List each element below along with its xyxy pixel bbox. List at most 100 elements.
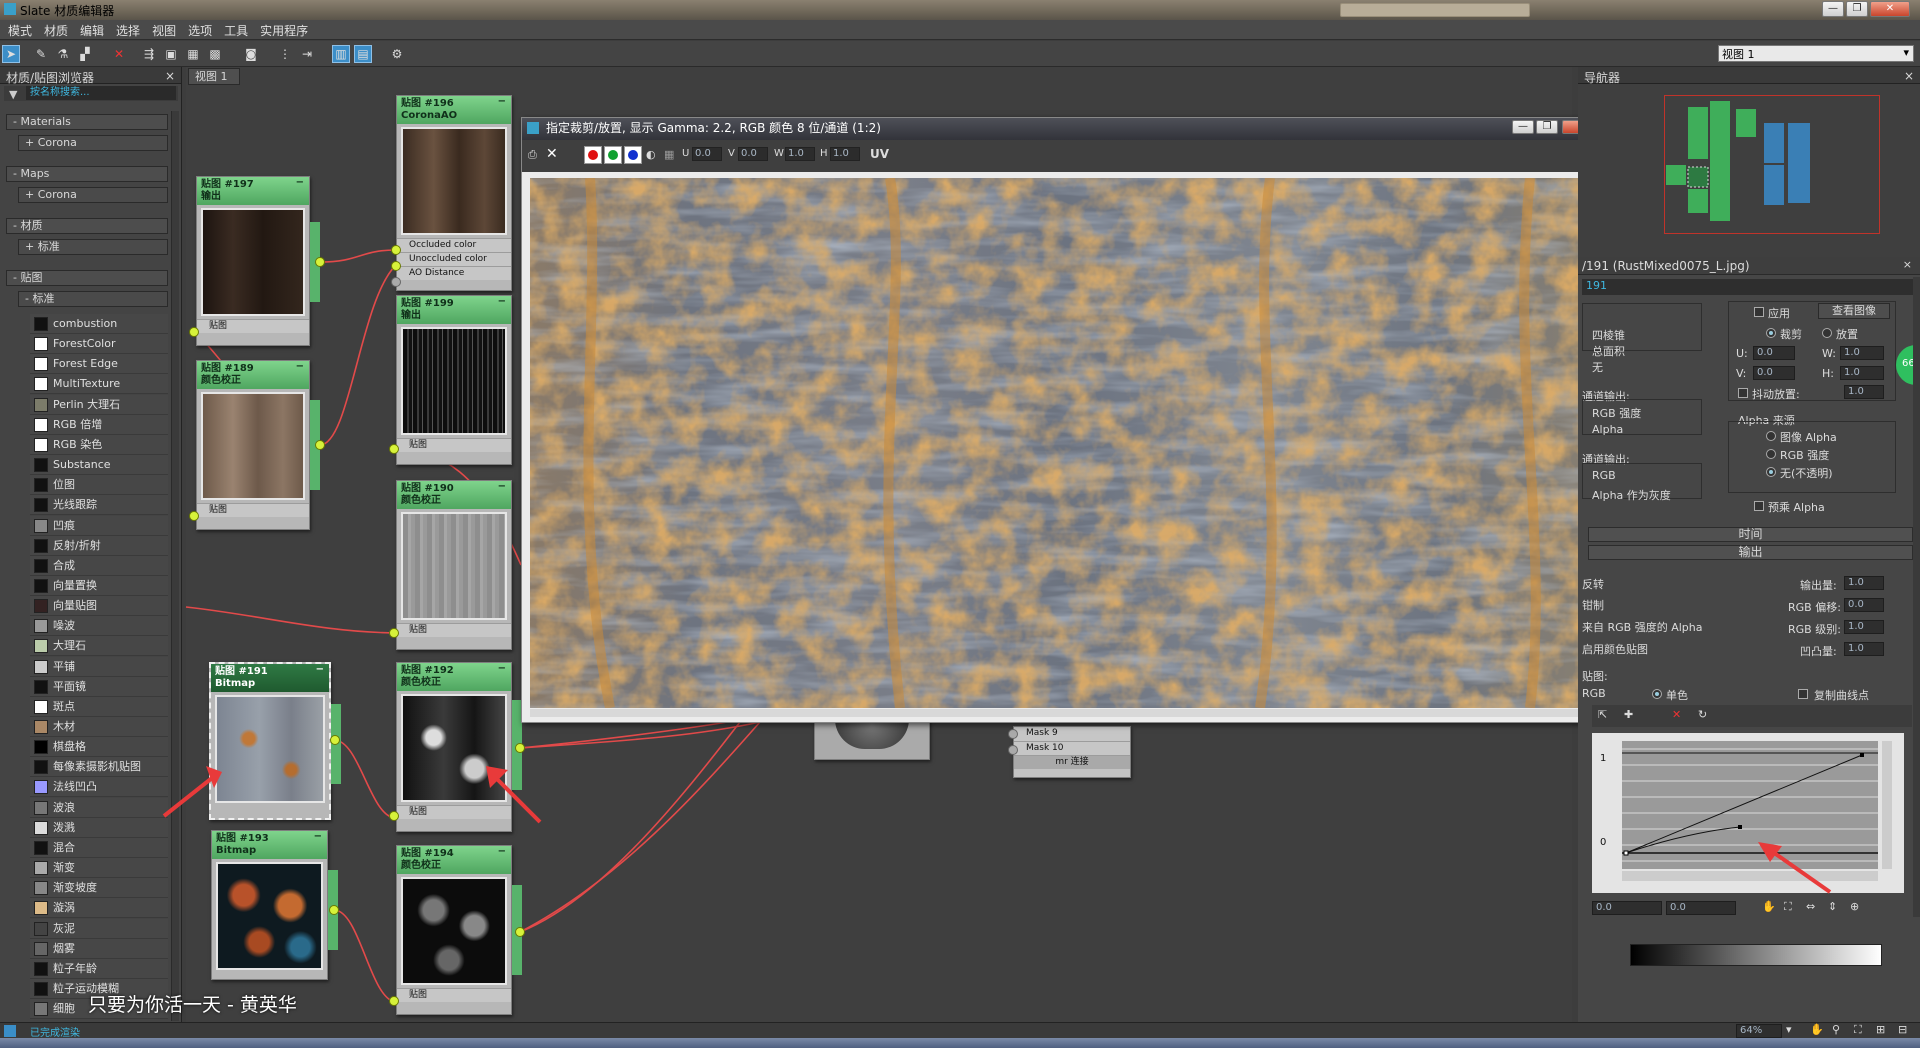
filter-summed-area[interactable]: 总面积	[1592, 343, 1625, 359]
enable-color-map-label[interactable]: 启用颜色贴图	[1582, 641, 1648, 657]
alpha-image-radio[interactable]	[1766, 431, 1776, 441]
crop-place-window[interactable]: 指定裁剪/放置, 显示 Gamma: 2.2, RGB 颜色 8 位/通道 (1…	[521, 117, 1613, 723]
premult-checkbox[interactable]	[1754, 501, 1764, 511]
filter-pyramid[interactable]: 四棱锥	[1592, 327, 1625, 343]
filter-none[interactable]: 无	[1592, 359, 1603, 375]
w-spinner[interactable]: 1.0	[785, 147, 815, 161]
zoom-extents-icon[interactable]: ⊞	[1876, 1023, 1885, 1036]
close-icon[interactable]: ✕	[546, 146, 558, 162]
jitter-spinner[interactable]: 1.0	[1844, 385, 1884, 399]
mr-connection[interactable]: mr 连接	[1014, 755, 1130, 769]
input-port[interactable]	[189, 511, 199, 521]
v-spinner[interactable]: 0.0	[738, 147, 768, 161]
zoom-region-icon[interactable]: ⛶	[1854, 1023, 1862, 1037]
close-icon[interactable]: ×	[1903, 258, 1912, 271]
rust-texture-image[interactable]	[530, 178, 1600, 708]
copy-curve-checkbox[interactable]	[1798, 689, 1808, 699]
output-port[interactable]	[329, 905, 339, 915]
node-196[interactable]: 贴图 #196 CoronaAO − Occluded color Unocclud…	[396, 95, 512, 291]
input-port[interactable]	[1008, 729, 1018, 739]
place-radio[interactable]	[1822, 328, 1832, 338]
collapse-icon[interactable]: −	[316, 664, 324, 676]
zoom-extents-icon[interactable]: ⛶	[1784, 900, 1792, 914]
input-port[interactable]	[391, 245, 401, 255]
zoom-icon[interactable]: ⚲	[1832, 1023, 1840, 1036]
collapse-icon[interactable]: −	[498, 481, 506, 493]
params-scrollbar[interactable]	[1913, 277, 1920, 917]
node-header[interactable]: 贴图 #189 颜色校正 −	[197, 361, 309, 389]
apply-checkbox[interactable]	[1754, 307, 1764, 317]
alpha-rgb-radio[interactable]	[1766, 449, 1776, 459]
node-header[interactable]: 贴图 #193 Bitmap −	[212, 831, 327, 859]
v-spinner[interactable]: 0.0	[1753, 366, 1795, 380]
crop-window-titlebar[interactable]: 指定裁剪/放置, 显示 Gamma: 2.2, RGB 颜色 8 位/通道 (1…	[522, 118, 1612, 140]
node-header[interactable]: 贴图 #190 颜色校正 −	[397, 481, 511, 509]
input-port[interactable]	[391, 277, 401, 287]
bump-amount-spinner[interactable]: 1.0	[1844, 642, 1884, 656]
collapse-icon[interactable]: −	[498, 296, 506, 308]
close-icon[interactable]: ×	[1904, 69, 1914, 83]
crop-radio[interactable]	[1766, 328, 1776, 338]
node-199[interactable]: 贴图 #199 输出 − 贴图	[396, 295, 512, 465]
collapse-icon[interactable]: −	[314, 831, 322, 843]
zoom-region-icon[interactable]: ⊕	[1850, 900, 1859, 913]
collapse-icon[interactable]: −	[498, 96, 506, 108]
output-amount-spinner[interactable]: 1.0	[1844, 576, 1884, 590]
input-port[interactable]	[389, 996, 399, 1006]
u-spinner[interactable]: 0.0	[692, 147, 722, 161]
zoom-field[interactable]: 64%	[1736, 1024, 1782, 1038]
red-channel-button[interactable]	[584, 146, 602, 164]
blue-channel-button[interactable]	[624, 146, 642, 164]
node-197[interactable]: 贴图 #197 输出 − 贴图	[196, 176, 310, 346]
input-port[interactable]	[391, 261, 401, 271]
output-port[interactable]	[330, 735, 340, 745]
node-189[interactable]: 贴图 #189 颜色校正 − 贴图	[196, 360, 310, 530]
horizontal-scrollbar[interactable]	[530, 709, 1600, 717]
node-header[interactable]: 贴图 #199 输出 −	[397, 296, 511, 324]
output-port[interactable]	[515, 743, 525, 753]
jitter-checkbox[interactable]	[1738, 388, 1748, 398]
maximize-button[interactable]: ❐	[1536, 120, 1558, 134]
zoom-v-icon[interactable]: ⇕	[1828, 900, 1837, 913]
rgb-offset-spinner[interactable]: 0.0	[1844, 598, 1884, 612]
insert-point-icon[interactable]: ✚	[1624, 708, 1633, 721]
pan-icon[interactable]: ✋	[1762, 900, 1776, 913]
reset-curve-icon[interactable]: ↻	[1698, 708, 1707, 721]
curve-x-field[interactable]: 0.0	[1592, 901, 1662, 915]
node-194[interactable]: 贴图 #194 颜色校正 − 贴图	[396, 845, 512, 1015]
rgb-level-spinner[interactable]: 1.0	[1844, 620, 1884, 634]
node-header[interactable]: 贴图 #196 CoronaAO −	[397, 96, 511, 124]
collapse-icon[interactable]: −	[498, 663, 506, 675]
view-image-button[interactable]: 查看图像	[1818, 303, 1890, 319]
map-name-field[interactable]: 191	[1582, 279, 1916, 295]
rgb-output-rgb[interactable]: RGB	[1592, 469, 1616, 482]
curve-v-scrollbar[interactable]	[1882, 741, 1892, 869]
rgb-output-alpha-gray[interactable]: Alpha 作为灰度	[1592, 487, 1671, 503]
uv-toggle[interactable]: UV	[870, 147, 889, 161]
node-header[interactable]: 贴图 #192 颜色校正 −	[397, 663, 511, 691]
input-port[interactable]	[389, 811, 399, 821]
collapse-icon[interactable]: −	[296, 361, 304, 373]
rollout-output[interactable]: 输出	[1588, 545, 1913, 560]
collapse-icon[interactable]: −	[498, 846, 506, 858]
layout-icon[interactable]: ⊟	[1898, 1023, 1907, 1036]
input-port[interactable]	[389, 444, 399, 454]
node-190[interactable]: 贴图 #190 颜色校正 − 贴图	[396, 480, 512, 650]
alpha-icon[interactable]: ◐	[646, 148, 656, 161]
h-spinner[interactable]: 1.0	[1840, 366, 1884, 380]
collapse-icon[interactable]: −	[296, 177, 304, 189]
move-point-icon[interactable]: ⇱	[1598, 708, 1607, 721]
h-spinner[interactable]: 1.0	[830, 147, 860, 161]
clamp-label[interactable]: 钳制	[1582, 597, 1604, 613]
mono-rgb-intensity[interactable]: RGB 强度	[1592, 405, 1641, 421]
minimize-button[interactable]: —	[1512, 120, 1534, 134]
input-port[interactable]	[389, 628, 399, 638]
node-mask-list[interactable]: Mask 9 Mask 10 mr 连接	[1013, 726, 1131, 778]
input-port[interactable]	[1008, 745, 1018, 755]
alpha-none-radio[interactable]	[1766, 467, 1776, 477]
w-spinner[interactable]: 1.0	[1840, 346, 1884, 360]
node-header[interactable]: 贴图 #197 输出 −	[197, 177, 309, 205]
node-header[interactable]: 贴图 #194 颜色校正 −	[397, 846, 511, 874]
zoom-h-icon[interactable]: ⇔	[1806, 900, 1815, 913]
mono-icon[interactable]: ▦	[664, 148, 674, 161]
